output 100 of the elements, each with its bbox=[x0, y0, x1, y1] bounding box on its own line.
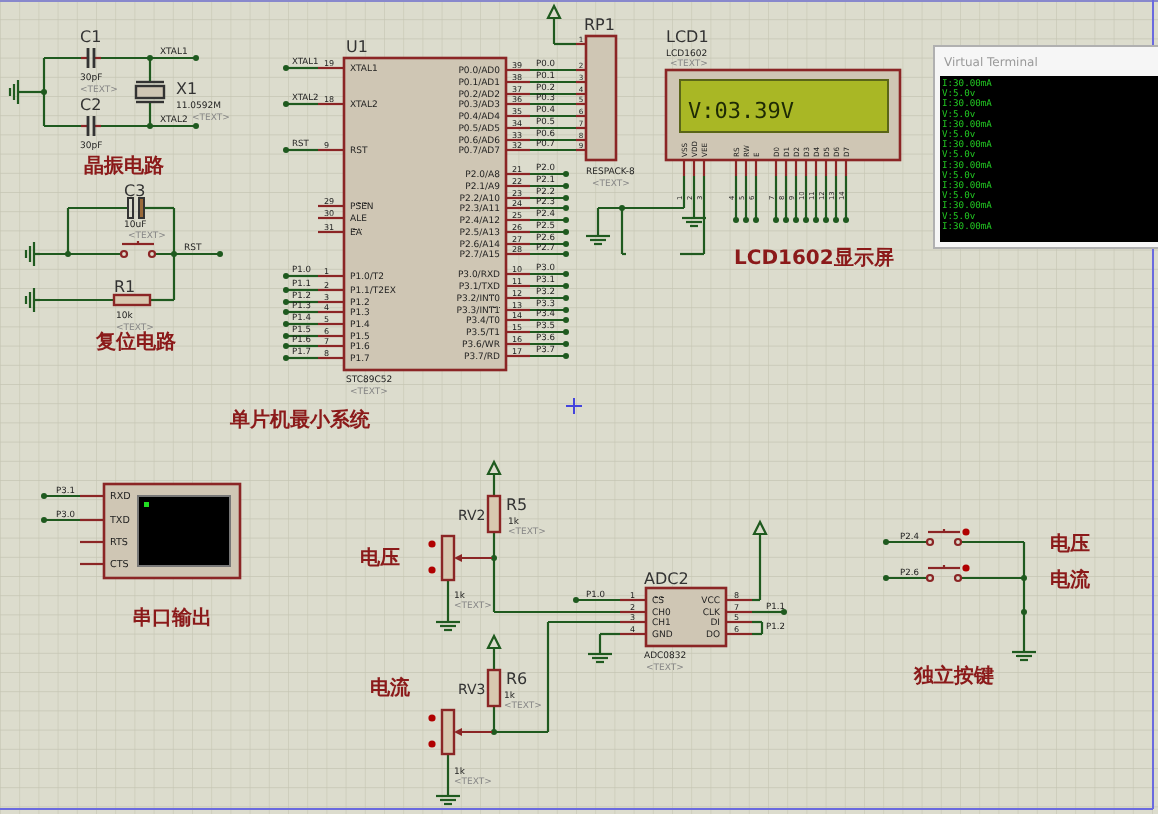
wire bbox=[530, 330, 566, 334]
wire bbox=[44, 518, 80, 522]
part-reference: R6 bbox=[506, 670, 528, 688]
junction-dot bbox=[283, 343, 289, 349]
junction-dot bbox=[563, 171, 569, 177]
wire bbox=[844, 176, 848, 220]
wire bbox=[530, 308, 566, 312]
junction-dot bbox=[793, 217, 799, 223]
junction-dot bbox=[563, 195, 569, 201]
junction-dot bbox=[619, 205, 625, 211]
junction-dot bbox=[563, 229, 569, 235]
wire bbox=[446, 580, 450, 616]
wire bbox=[814, 176, 818, 220]
section-title: 晶振电路 bbox=[84, 156, 164, 178]
resistor-symbol bbox=[486, 668, 502, 708]
potentiometer-symbol bbox=[428, 534, 492, 582]
wire bbox=[530, 342, 566, 346]
wire bbox=[286, 322, 318, 326]
junction-dot bbox=[813, 217, 819, 223]
junction-dot bbox=[563, 353, 569, 359]
section-title: 单片机最小系统 bbox=[230, 410, 370, 432]
junction-dot bbox=[743, 217, 749, 223]
signal-label: 电流 bbox=[370, 678, 410, 700]
wire bbox=[44, 494, 80, 498]
wire bbox=[530, 284, 566, 288]
wire bbox=[692, 176, 696, 212]
part-reference: X1 bbox=[176, 80, 198, 98]
ground-icon bbox=[1012, 646, 1036, 662]
junction-dot bbox=[283, 355, 289, 361]
wire bbox=[744, 176, 748, 220]
resistor-pack-body bbox=[584, 34, 618, 162]
part-reference: U1 bbox=[346, 38, 368, 56]
junction-dot bbox=[1021, 575, 1027, 581]
wire bbox=[886, 576, 927, 580]
section-title: LCD1602显示屏 bbox=[734, 248, 894, 270]
power-arrow-icon bbox=[486, 459, 502, 480]
junction-dot bbox=[1021, 609, 1027, 615]
wire bbox=[530, 172, 566, 176]
junction-dot bbox=[491, 555, 497, 561]
junction-dot bbox=[573, 597, 579, 603]
junction-dot bbox=[283, 309, 289, 315]
part-reference: RP1 bbox=[584, 16, 615, 34]
resistor-symbol bbox=[112, 293, 152, 307]
junction-dot bbox=[283, 147, 289, 153]
wire bbox=[286, 288, 318, 292]
push-button-symbol bbox=[925, 565, 963, 583]
part-reference: LCD1 bbox=[666, 28, 709, 46]
resistor-symbol bbox=[486, 494, 502, 534]
wire bbox=[286, 356, 318, 360]
power-arrow-icon bbox=[752, 519, 768, 540]
junction-dot bbox=[283, 101, 289, 107]
wire bbox=[530, 138, 576, 142]
wire bbox=[286, 102, 318, 106]
junction-dot bbox=[783, 217, 789, 223]
wire bbox=[446, 754, 450, 790]
section-title: 独立按键 bbox=[914, 666, 994, 688]
wire bbox=[576, 598, 620, 602]
potentiometer-symbol bbox=[428, 708, 492, 756]
wire bbox=[286, 148, 318, 152]
lcd-display-text: V:03.39V bbox=[688, 98, 794, 124]
wire bbox=[530, 80, 576, 84]
wire bbox=[530, 102, 576, 106]
pin-marker-icon bbox=[962, 528, 970, 536]
junction-dot bbox=[283, 287, 289, 293]
junction-dot bbox=[193, 55, 199, 61]
wire bbox=[530, 242, 566, 246]
junction-dot bbox=[753, 217, 759, 223]
wire bbox=[530, 252, 566, 256]
junction-dot bbox=[733, 217, 739, 223]
wire bbox=[752, 610, 784, 614]
section-title: 串口输出 bbox=[132, 608, 212, 630]
pin-marker-icon bbox=[962, 564, 970, 572]
ground-icon bbox=[436, 616, 460, 632]
wire bbox=[530, 126, 576, 130]
wire bbox=[834, 176, 838, 220]
junction-dot bbox=[193, 123, 199, 129]
wire bbox=[530, 230, 566, 234]
push-button-symbol bbox=[925, 529, 963, 547]
key-label: 电压 bbox=[1050, 534, 1090, 556]
junction-dot bbox=[283, 273, 289, 279]
junction-dot bbox=[147, 55, 153, 61]
ground-icon bbox=[586, 230, 610, 246]
junction-dot bbox=[563, 217, 569, 223]
part-reference: C2 bbox=[80, 96, 102, 114]
crystal-symbol bbox=[134, 80, 166, 104]
ground-icon bbox=[24, 242, 40, 266]
junction-dot bbox=[843, 217, 849, 223]
wire bbox=[734, 176, 738, 220]
wire bbox=[286, 310, 318, 314]
ground-icon bbox=[436, 790, 460, 806]
origin-marker-icon bbox=[565, 397, 583, 415]
capacitor-symbol bbox=[81, 116, 101, 136]
junction-dot bbox=[781, 609, 787, 615]
junction-dot bbox=[283, 299, 289, 305]
junction-dot bbox=[283, 321, 289, 327]
wire bbox=[804, 176, 808, 220]
junction-dot bbox=[563, 341, 569, 347]
part-reference: R1 bbox=[114, 278, 136, 296]
wire bbox=[774, 176, 778, 220]
section-title: 复位电路 bbox=[96, 332, 176, 354]
